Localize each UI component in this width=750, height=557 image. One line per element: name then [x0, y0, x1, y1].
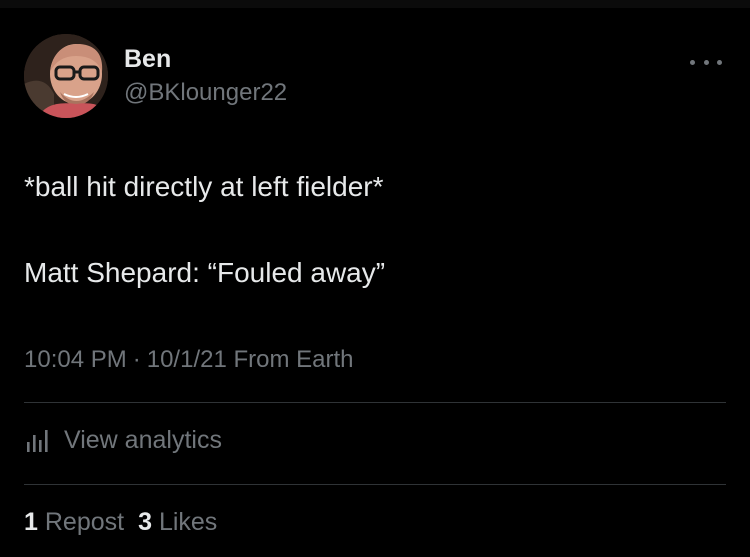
reposts-stat[interactable]: 1 Repost [24, 508, 124, 536]
more-dot-icon [717, 59, 722, 65]
divider [24, 402, 726, 403]
more-dot-icon [690, 59, 695, 65]
view-analytics-label: View analytics [64, 426, 222, 454]
more-options-button[interactable] [690, 52, 722, 72]
likes-label: Likes [158, 508, 218, 536]
likes-count: 3 [138, 508, 152, 536]
avatar[interactable] [24, 34, 108, 118]
engagement-stats: 1 Repost 3 Likes [24, 505, 217, 539]
tweet-metadata: 10:04 PM · 10/1/21 From Earth [24, 345, 354, 375]
view-analytics-link[interactable]: View analytics [24, 420, 222, 460]
reposts-count: 1 [24, 508, 38, 536]
tweet-date[interactable]: 10/1/21 [147, 346, 227, 373]
likes-stat[interactable]: 3 Likes [138, 508, 217, 536]
avatar-photo [24, 34, 108, 118]
tweet-time[interactable]: 10:04 PM [24, 346, 127, 373]
bar-chart-icon [27, 430, 48, 452]
tweet-source: From Earth [233, 346, 354, 373]
more-dot-icon [703, 59, 709, 65]
display-name[interactable]: Ben [124, 44, 171, 74]
top-edge [0, 0, 750, 8]
divider [24, 484, 726, 485]
tweet-text-line-1: *ball hit directly at left fielder* [24, 171, 384, 202]
meta-separator: · [132, 346, 141, 373]
reposts-label: Repost [44, 508, 125, 536]
tweet-text-line-2: Matt Shepard: “Fouled away” [24, 257, 386, 288]
user-handle[interactable]: @BKlounger22 [124, 78, 287, 108]
